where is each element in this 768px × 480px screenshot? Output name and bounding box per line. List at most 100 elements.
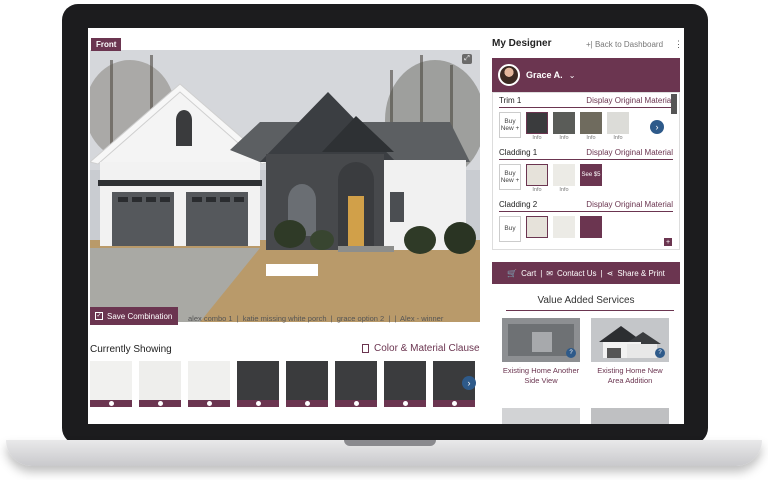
separator: | — [330, 314, 333, 323]
house-illustration — [90, 50, 480, 322]
group-name: Cladding 1 — [499, 148, 538, 157]
info-label[interactable]: Info — [559, 135, 568, 141]
info-label[interactable]: Info — [532, 135, 541, 141]
save-combination-button[interactable]: ✓ Save Combination — [90, 307, 178, 325]
info-icon: ? — [655, 348, 665, 358]
share-icon: ⋖ — [606, 268, 614, 278]
see-price-button[interactable]: See $5 — [580, 164, 602, 186]
save-combination-label: Save Combination — [107, 311, 173, 321]
more-options-icon[interactable]: ⋮ — [674, 39, 683, 50]
info-label[interactable]: Info — [559, 187, 568, 193]
material-option[interactable]: Info — [553, 164, 575, 193]
action-bar: 🛒 Cart | ✉ Contact Us | ⋖ Share & Print — [492, 262, 680, 284]
info-label[interactable]: Info — [586, 135, 595, 141]
material-option[interactable]: Info — [526, 112, 548, 141]
info-icon[interactable] — [402, 401, 408, 406]
buy-new-button[interactable]: Buy — [499, 216, 521, 242]
materials-panel: Trim 1 Display Original Material Buy New… — [492, 92, 680, 250]
checkbox-icon: ✓ — [95, 312, 103, 320]
info-icon[interactable] — [108, 401, 114, 406]
laptop-base — [6, 440, 762, 466]
back-to-dashboard-link[interactable]: +| Back to Dashboard — [586, 40, 663, 49]
designer-profile[interactable]: Grace A. ⌄ — [492, 58, 680, 92]
cart-link[interactable]: Cart — [521, 269, 536, 278]
designer-name: Grace A. — [526, 70, 563, 80]
material-option[interactable]: Info — [607, 112, 629, 141]
info-icon[interactable] — [255, 401, 261, 406]
combination-link[interactable]: katie missing white porch — [243, 314, 327, 323]
info-icon[interactable] — [157, 401, 163, 406]
service-thumbnail: ? — [591, 318, 669, 362]
document-icon — [362, 344, 369, 353]
color-swatch[interactable] — [237, 361, 279, 407]
avatar — [498, 64, 520, 86]
group-name: Cladding 2 — [499, 200, 538, 209]
display-original-link[interactable]: Display Original Material — [586, 200, 673, 209]
my-designer-title: My Designer — [492, 38, 552, 49]
panel-scrollbar[interactable] — [671, 94, 677, 114]
color-swatch[interactable] — [384, 361, 426, 407]
mail-icon: ✉ — [546, 268, 553, 278]
material-option[interactable]: Info — [553, 112, 575, 141]
info-label[interactable]: Info — [532, 187, 541, 193]
separator: | — [388, 314, 391, 323]
info-icon[interactable] — [206, 401, 212, 406]
color-swatch[interactable] — [90, 361, 132, 407]
material-option[interactable]: Info — [526, 164, 548, 193]
display-original-link[interactable]: Display Original Material — [586, 148, 673, 157]
service-label: Existing Home Another Side View — [502, 366, 580, 386]
material-swatch — [553, 112, 575, 134]
add-icon[interactable]: + — [664, 238, 672, 246]
service-card[interactable]: ? Existing Home Another Side View — [502, 318, 580, 386]
material-swatch[interactable] — [526, 216, 548, 238]
info-icon[interactable] — [353, 401, 359, 406]
material-option[interactable]: Info — [580, 112, 602, 141]
combination-link[interactable]: Alex - winner — [400, 314, 443, 323]
chevron-down-icon: ⌄ — [568, 70, 576, 80]
info-label[interactable]: Info — [613, 135, 622, 141]
cart-icon: 🛒 — [507, 268, 518, 278]
house-visualizer[interactable] — [90, 50, 480, 322]
material-swatch — [526, 112, 548, 134]
combination-link[interactable]: grace option 2 — [337, 314, 385, 323]
materials-next-arrow-icon[interactable]: › — [650, 120, 664, 134]
group-name: Trim 1 — [499, 96, 522, 105]
material-swatch — [607, 112, 629, 134]
material-swatch[interactable] — [580, 216, 602, 238]
info-icon[interactable] — [304, 401, 310, 406]
color-swatch[interactable] — [139, 361, 181, 407]
view-tag-front[interactable]: Front — [91, 38, 122, 51]
material-row: Buy — [493, 212, 679, 246]
clause-label: Color & Material Clause — [374, 343, 480, 354]
color-swatch[interactable] — [286, 361, 328, 407]
current-swatches — [90, 361, 480, 409]
app-screen: Front ⤢ ✓ Save Combination alex combo 1 … — [88, 28, 684, 424]
share-print-link[interactable]: Share & Print — [617, 269, 665, 278]
material-swatch[interactable] — [553, 216, 575, 238]
contact-us-link[interactable]: Contact Us — [557, 269, 597, 278]
separator: | — [600, 268, 603, 278]
next-arrow-icon[interactable]: › — [462, 376, 476, 390]
service-card[interactable]: ? Existing Home New Area Addition — [591, 318, 669, 386]
info-icon[interactable] — [451, 401, 457, 406]
service-thumbnail[interactable] — [502, 408, 580, 424]
material-row: Buy New + Info Info See $5 — [493, 160, 679, 197]
separator: | — [540, 268, 543, 278]
service-thumbnail: ? — [502, 318, 580, 362]
color-material-clause-link[interactable]: Color & Material Clause — [362, 343, 480, 354]
combination-link[interactable]: alex combo 1 — [188, 314, 233, 323]
fullscreen-icon[interactable]: ⤢ — [462, 54, 472, 64]
material-swatch — [553, 164, 575, 186]
separator: | — [394, 314, 397, 323]
separator: | — [236, 314, 239, 323]
material-group-header: Cladding 1 Display Original Material — [493, 145, 679, 159]
service-label: Existing Home New Area Addition — [597, 366, 663, 386]
buy-new-button[interactable]: Buy New + — [499, 164, 521, 190]
display-original-link[interactable]: Display Original Material — [586, 96, 673, 105]
buy-new-button[interactable]: Buy New + — [499, 112, 521, 138]
divider — [506, 310, 674, 311]
service-thumbnail[interactable] — [591, 408, 669, 424]
material-group-header: Trim 1 Display Original Material — [493, 93, 679, 107]
color-swatch[interactable] — [188, 361, 230, 407]
color-swatch[interactable] — [335, 361, 377, 407]
